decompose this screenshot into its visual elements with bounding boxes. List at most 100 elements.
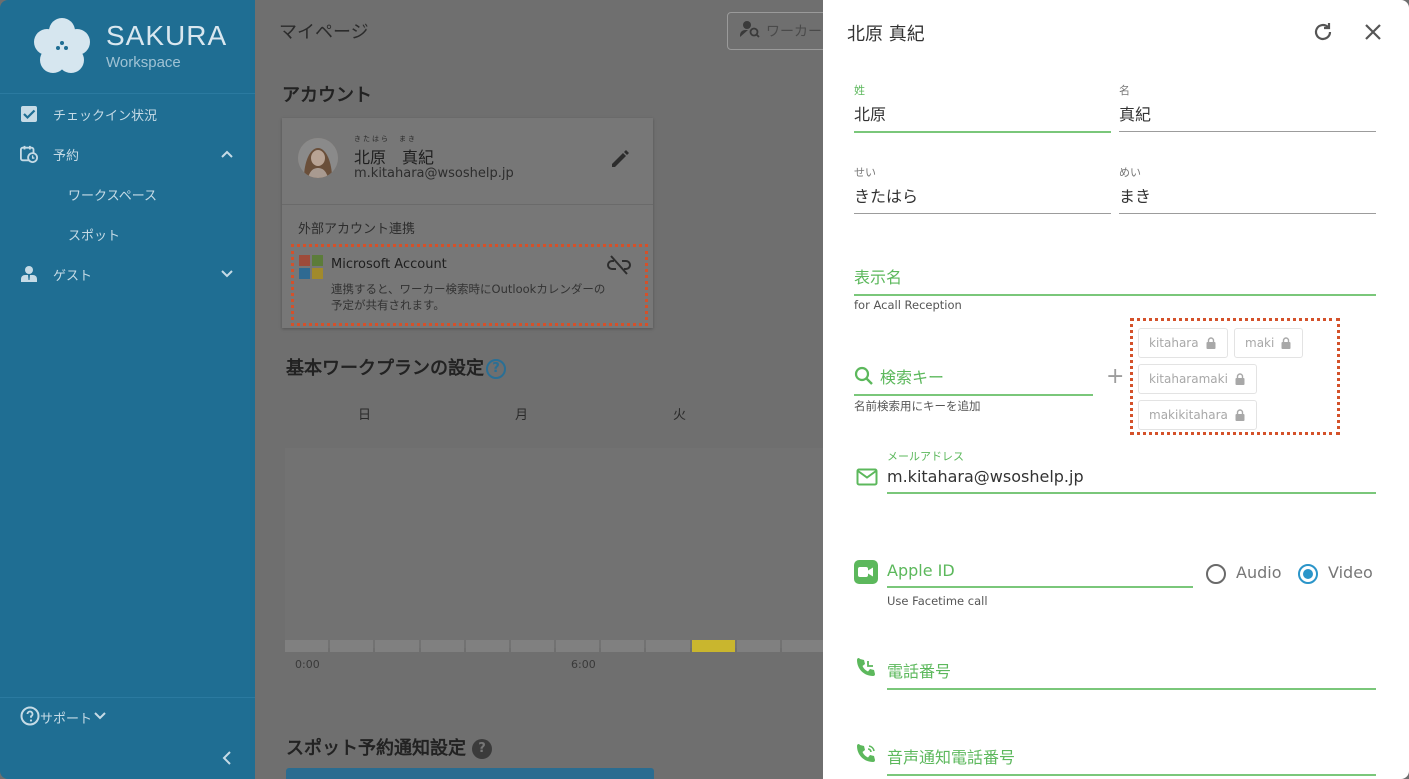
chip-label: makikitahara	[1149, 408, 1228, 422]
help-circle-icon	[20, 706, 40, 730]
help-icon[interactable]: ?	[486, 359, 506, 379]
audio-label: Audio	[1236, 563, 1282, 582]
email-field[interactable]: メールアドレス m.kitahara@wsoshelp.jp	[887, 448, 1376, 494]
apple-id-hint: Use Facetime call	[887, 594, 988, 608]
sidebar-item-label: チェックイン状況	[53, 108, 158, 124]
field-value: 真紀	[1119, 105, 1152, 124]
time-segment[interactable]	[736, 640, 780, 652]
time-segment[interactable]	[285, 640, 329, 652]
sidebar-item-workspace[interactable]: ワークスペース	[0, 174, 255, 214]
last-name-field[interactable]: 姓 北原	[854, 82, 1111, 133]
lock-icon	[1281, 337, 1291, 349]
field-placeholder: 音声通知電話番号	[887, 748, 1016, 767]
field-value: 北原	[854, 105, 887, 124]
time-segment[interactable]	[510, 640, 555, 652]
workplan-chart[interactable]	[285, 448, 825, 648]
time-segment[interactable]	[601, 640, 645, 652]
worker-search-input[interactable]: ワーカー	[727, 12, 837, 50]
mail-icon	[856, 468, 878, 490]
calendar-clock-icon	[20, 145, 38, 163]
sidebar-item-checkin[interactable]: チェックイン状況	[0, 94, 255, 134]
logo-subtitle: Workspace	[106, 54, 181, 71]
day-label: 火	[673, 408, 687, 423]
sidebar-collapse-row	[0, 737, 255, 779]
sidebar-item-guest[interactable]: ゲスト	[0, 254, 255, 294]
account-email: m.kitahara@wsoshelp.jp	[354, 166, 514, 181]
search-key-chip[interactable]: kitaharamaki	[1138, 364, 1257, 394]
spot-heading-text: スポット予約通知設定	[286, 738, 466, 759]
time-segment[interactable]	[420, 640, 464, 652]
search-key-hint: 名前検索用にキーを追加	[854, 399, 981, 413]
chip-label: kitaharamaki	[1149, 372, 1228, 386]
facetime-icon	[854, 560, 878, 588]
lock-icon	[1206, 337, 1216, 349]
time-segment[interactable]	[556, 640, 600, 652]
voice-phone-field[interactable]: 音声通知電話番号	[887, 744, 1376, 776]
apple-id-field[interactable]: Apple ID	[887, 561, 1193, 588]
add-key-button[interactable]: +	[1106, 364, 1124, 389]
name-ruby: きたはら まき	[354, 135, 417, 143]
chevron-down-icon[interactable]	[92, 708, 108, 728]
account-heading: アカウント	[282, 85, 372, 106]
first-name-kana-field[interactable]: めい まき	[1119, 164, 1376, 214]
spot-notification-heading: スポット予約通知設定?	[286, 734, 492, 760]
day-label: 月	[515, 408, 529, 423]
first-name-field[interactable]: 名 真紀	[1119, 82, 1376, 132]
last-name-kana-field[interactable]: せい きたはら	[854, 164, 1111, 214]
search-key-chip[interactable]: kitahara	[1138, 328, 1228, 358]
time-segment[interactable]	[646, 640, 690, 652]
field-label: 名	[1119, 84, 1130, 97]
time-segment[interactable]	[330, 640, 374, 652]
page-title: マイページ	[279, 22, 369, 43]
user-edit-panel: 北原 真紀 姓 北原 名 真紀 せい きたはら めい まき 表示名 for Ac…	[823, 0, 1409, 779]
pencil-icon[interactable]	[609, 148, 631, 170]
divider	[282, 204, 653, 205]
chevron-left-icon[interactable]	[220, 750, 234, 770]
microsoft-account-link[interactable]: Microsoft Account 連携すると、ワーカー検索時にOutlookカ…	[291, 244, 648, 326]
display-name-field[interactable]: 表示名	[854, 264, 1376, 296]
field-placeholder: 検索キー	[880, 368, 945, 387]
chip-label: kitahara	[1149, 336, 1199, 350]
field-label: 姓	[854, 84, 865, 97]
time-segment[interactable]	[781, 640, 826, 652]
time-segment[interactable]	[375, 640, 419, 652]
chevron-down-icon[interactable]	[219, 266, 235, 282]
search-key-chip[interactable]: makikitahara	[1138, 400, 1257, 430]
search-key-field[interactable]: 検索キー	[854, 364, 1093, 396]
search-placeholder: ワーカー	[766, 24, 822, 40]
microsoft-logo-icon	[299, 255, 323, 279]
sidebar-item-support[interactable]: サポート	[0, 697, 255, 737]
search-key-chips: kitahara maki kitaharamaki makikitahara	[1130, 318, 1340, 435]
logo[interactable]: SAKURA Workspace	[0, 0, 255, 94]
microsoft-account-title: Microsoft Account	[331, 257, 447, 272]
time-label: 0:00	[295, 658, 320, 671]
spot-action-button[interactable]	[286, 768, 654, 779]
app-window: SAKURA Workspace チェックイン状況 予約 ワークスペース スポッ…	[0, 0, 1409, 779]
link-off-icon[interactable]	[607, 253, 631, 277]
lock-icon	[1235, 409, 1245, 421]
phone-field[interactable]: 電話番号	[887, 658, 1376, 690]
sidebar-item-reservation[interactable]: 予約	[0, 134, 255, 174]
avatar	[298, 138, 338, 178]
field-label: メールアドレス	[887, 450, 964, 463]
audio-radio[interactable]	[1206, 564, 1226, 584]
field-value: きたはら	[854, 187, 919, 206]
external-account-label: 外部アカウント連携	[298, 222, 416, 237]
time-segment-highlighted[interactable]	[691, 640, 735, 652]
field-value: m.kitahara@wsoshelp.jp	[887, 467, 1084, 486]
field-placeholder: 表示名	[854, 268, 903, 287]
search-key-chip[interactable]: maki	[1234, 328, 1304, 358]
sidebar-item-label: ゲスト	[53, 268, 93, 284]
time-bar[interactable]	[285, 640, 826, 652]
field-placeholder: 電話番号	[887, 662, 952, 681]
sidebar-item-label: サポート	[40, 712, 93, 727]
lock-icon	[1235, 373, 1245, 385]
close-icon[interactable]	[1361, 20, 1385, 44]
help-icon[interactable]: ?	[472, 739, 492, 759]
chevron-up-icon[interactable]	[219, 146, 235, 162]
refresh-icon[interactable]	[1311, 20, 1335, 44]
time-segment[interactable]	[465, 640, 509, 652]
sidebar-item-spot[interactable]: スポット	[0, 214, 255, 254]
field-label: めい	[1119, 166, 1141, 179]
video-radio[interactable]	[1298, 564, 1318, 584]
